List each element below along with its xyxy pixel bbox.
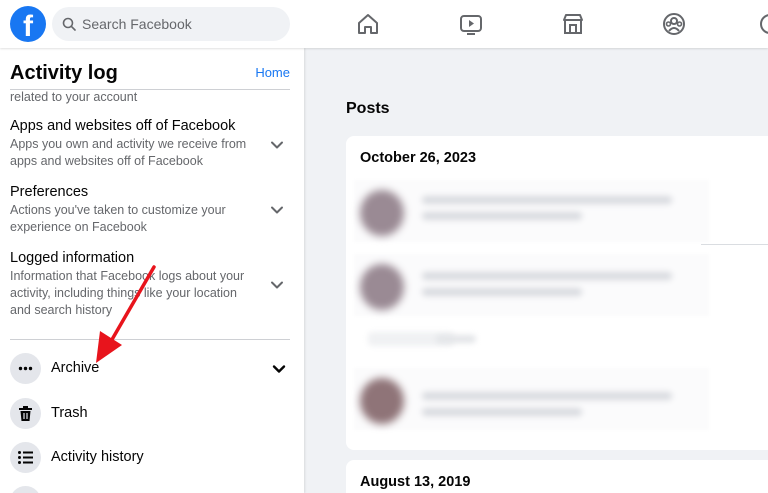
annotation-arrow (96, 265, 156, 363)
home-link[interactable]: Home (255, 65, 290, 80)
menu-item-label: Activity history (51, 449, 144, 465)
chevron-down-icon[interactable] (270, 138, 284, 152)
menu-item-trash[interactable]: Trash (10, 398, 292, 430)
avatar (360, 190, 404, 236)
chevron-down-icon[interactable] (272, 362, 286, 376)
section-apps-websites[interactable]: Apps and websites off of Facebook Apps y… (10, 118, 292, 170)
marketplace-icon[interactable] (559, 10, 587, 38)
home-icon[interactable] (354, 10, 382, 38)
trash-icon (10, 398, 41, 429)
activity-card: October 26, 2023 (346, 136, 768, 450)
menu-item-partial[interactable] (10, 486, 41, 493)
blurred-activity-item[interactable] (354, 254, 709, 316)
section-title: Preferences (10, 184, 89, 200)
divider (701, 244, 768, 245)
overflow-nav-icon[interactable] (760, 14, 768, 34)
avatar (360, 264, 404, 310)
chevron-down-icon[interactable] (270, 203, 284, 217)
section-desc: Apps you own and activity we receive fro… (10, 137, 247, 168)
section-desc: Actions you've taken to customize your e… (10, 203, 226, 234)
section-preferences[interactable]: Preferences Actions you've taken to cust… (10, 184, 292, 236)
top-navigation-bar: f (0, 0, 768, 48)
blurred-activity-item[interactable] (354, 180, 709, 242)
menu-item-label: Trash (51, 405, 88, 421)
search-box[interactable] (52, 7, 290, 41)
posts-heading: Posts (346, 100, 390, 117)
date-label: August 13, 2019 (360, 474, 471, 490)
date-label: October 26, 2023 (360, 150, 477, 166)
blurred-text (422, 196, 672, 204)
watch-icon[interactable] (457, 10, 485, 38)
avatar (360, 378, 404, 424)
blurred-text (422, 212, 582, 220)
chevron-down-icon[interactable] (270, 278, 284, 292)
search-input[interactable] (82, 7, 282, 41)
activity-card: August 13, 2019 (346, 460, 768, 493)
groups-icon[interactable] (660, 10, 688, 38)
section-desc-partial: related to your account (10, 90, 138, 104)
blurred-text (422, 392, 672, 400)
facebook-logo[interactable]: f (10, 6, 46, 42)
page-title: Activity log (10, 62, 118, 84)
blurred-text (436, 335, 476, 343)
section-title: Logged information (10, 250, 135, 266)
menu-item-activity-history[interactable]: Activity history (10, 442, 292, 474)
more-dots-icon (10, 353, 41, 384)
blurred-text (422, 408, 582, 416)
list-icon (10, 442, 41, 473)
section-title: Apps and websites off of Facebook (10, 118, 236, 134)
blurred-text (422, 288, 582, 296)
blurred-text (422, 272, 672, 280)
blurred-activity-item[interactable] (354, 368, 709, 430)
search-icon (62, 17, 76, 31)
